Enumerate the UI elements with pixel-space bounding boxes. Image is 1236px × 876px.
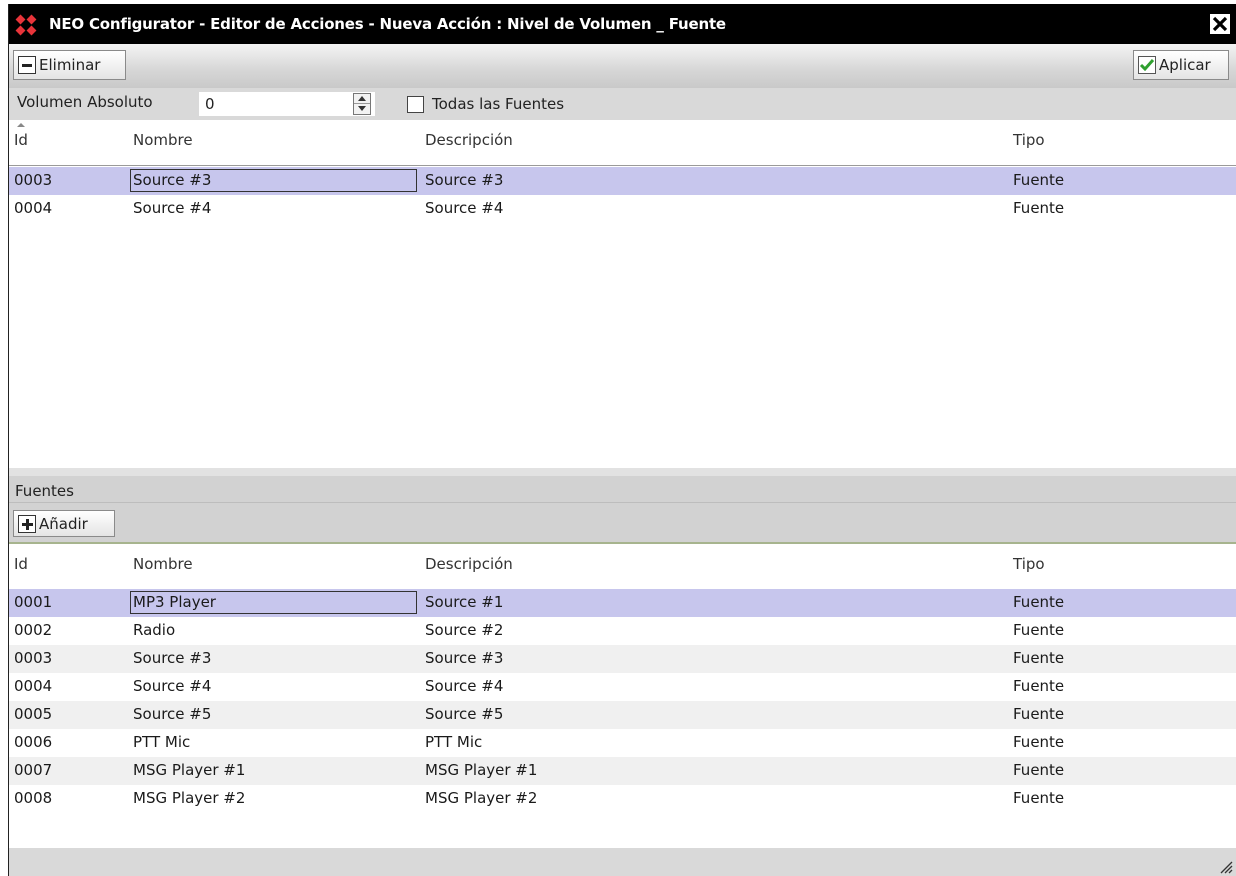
cell-description: Source #3	[425, 171, 504, 189]
cell-name: MSG Player #2	[133, 789, 246, 807]
table-row[interactable]: 0004 Source #4 Source #4 Fuente	[9, 673, 1236, 701]
volume-input[interactable]	[199, 92, 375, 116]
cell-type: Fuente	[1013, 677, 1065, 695]
table-row[interactable]: 0005 Source #5 Source #5 Fuente	[9, 701, 1236, 729]
add-button[interactable]: Añadir	[13, 510, 115, 537]
table-row[interactable]: 0002 Radio Source #2 Fuente	[9, 617, 1236, 645]
plus-icon	[18, 514, 36, 533]
column-header-type[interactable]: Tipo	[1013, 131, 1045, 149]
cell-name: Source #4	[133, 677, 212, 695]
cell-description: Source #3	[425, 649, 504, 667]
cell-type: Fuente	[1013, 733, 1065, 751]
cell-description: Source #2	[425, 621, 504, 639]
splitter[interactable]	[9, 468, 1236, 476]
sources-section-header: Fuentes Añadir	[9, 468, 1236, 544]
window-title: NEO Configurator - Editor de Acciones - …	[49, 15, 726, 33]
cell-id: 0005	[14, 705, 53, 723]
column-header-description[interactable]: Descripción	[425, 131, 513, 149]
all-sources-checkbox[interactable]	[407, 96, 424, 113]
status-bar	[9, 848, 1236, 876]
neo-logo-icon	[15, 14, 37, 36]
cell-name: Source #5	[133, 705, 212, 723]
add-button-label: Añadir	[39, 514, 88, 533]
cell-name: Source #4	[133, 199, 212, 217]
cell-id: 0002	[14, 621, 53, 639]
apply-button[interactable]: Aplicar	[1133, 50, 1229, 80]
minus-icon	[18, 56, 36, 74]
cell-description: MSG Player #2	[425, 789, 538, 807]
cell-name[interactable]: MP3 Player	[133, 593, 216, 611]
close-icon	[1212, 16, 1228, 32]
resize-grip-icon[interactable]	[1215, 856, 1233, 874]
close-button[interactable]	[1209, 13, 1231, 35]
cell-type: Fuente	[1013, 199, 1065, 217]
cell-id: 0008	[14, 789, 53, 807]
column-header-type[interactable]: Tipo	[1013, 555, 1045, 573]
cell-type: Fuente	[1013, 789, 1065, 807]
remove-button-label: Eliminar	[39, 56, 101, 74]
cell-type: Fuente	[1013, 621, 1065, 639]
apply-button-label: Aplicar	[1159, 56, 1211, 74]
available-sources-grid: Id Nombre Descripción Tipo 0001 MP3 Play…	[9, 544, 1236, 848]
cell-description: Source #5	[425, 705, 504, 723]
cell-type: Fuente	[1013, 761, 1065, 779]
volume-label: Volumen Absoluto	[17, 93, 153, 111]
cell-name: PTT Mic	[133, 733, 191, 751]
divider	[9, 502, 1236, 503]
cell-type: Fuente	[1013, 649, 1065, 667]
cell-type: Fuente	[1013, 705, 1065, 723]
toolbar: Eliminar Aplicar	[9, 44, 1236, 88]
cell-type: Fuente	[1013, 171, 1065, 189]
cell-description: Source #1	[425, 593, 504, 611]
cell-id: 0004	[14, 199, 53, 217]
cell-id: 0004	[14, 677, 53, 695]
spin-up-icon[interactable]	[354, 94, 370, 104]
checkmark-icon	[1138, 56, 1156, 74]
cell-name: MSG Player #1	[133, 761, 246, 779]
parameters-bar: Volumen Absoluto Todas las Fuentes	[9, 88, 1236, 120]
all-sources-label[interactable]: Todas las Fuentes	[432, 95, 564, 113]
column-header-id[interactable]: Id	[14, 555, 28, 573]
cell-name[interactable]: Source #3	[133, 171, 211, 189]
volume-spinner[interactable]	[353, 93, 371, 115]
cell-id: 0006	[14, 733, 53, 751]
table-row[interactable]: 0007 MSG Player #1 MSG Player #1 Fuente	[9, 757, 1236, 785]
cell-id: 0003	[14, 171, 53, 189]
cell-id: 0007	[14, 761, 53, 779]
cell-description: Source #4	[425, 199, 504, 217]
table-row[interactable]: 0004 Source #4 Source #4 Fuente	[9, 195, 1236, 223]
column-header-name[interactable]: Nombre	[133, 555, 193, 573]
column-header-id[interactable]: Id	[14, 131, 28, 149]
action-editor-window: NEO Configurator - Editor de Acciones - …	[8, 4, 1236, 876]
column-header-description[interactable]: Descripción	[425, 555, 513, 573]
cell-description: MSG Player #1	[425, 761, 538, 779]
table-row[interactable]: 0003 Source #3 Source #3 Fuente	[9, 645, 1236, 673]
grid-header: Id Nombre Descripción Tipo	[9, 544, 1236, 590]
cell-description: PTT Mic	[425, 733, 483, 751]
table-row[interactable]: 0008 MSG Player #2 MSG Player #2 Fuente	[9, 785, 1236, 813]
sources-section-title: Fuentes	[15, 482, 74, 500]
cell-description: Source #4	[425, 677, 504, 695]
cell-name: Radio	[133, 621, 176, 639]
table-row[interactable]: 0006 PTT Mic PTT Mic Fuente	[9, 729, 1236, 757]
cell-type: Fuente	[1013, 593, 1065, 611]
cell-id: 0001	[14, 593, 53, 611]
title-bar[interactable]: NEO Configurator - Editor de Acciones - …	[9, 4, 1236, 44]
cell-id: 0003	[14, 649, 53, 667]
remove-button[interactable]: Eliminar	[13, 50, 126, 80]
sort-ascending-icon	[17, 123, 25, 127]
column-header-name[interactable]: Nombre	[133, 131, 193, 149]
spin-down-icon[interactable]	[354, 104, 370, 114]
selected-sources-grid: Id Nombre Descripción Tipo 0003 Source #…	[9, 120, 1236, 468]
table-row[interactable]: 0003 Source #3 Source #3 Fuente	[9, 167, 1236, 195]
cell-name: Source #3	[133, 649, 212, 667]
table-row[interactable]: 0001 MP3 Player Source #1 Fuente	[9, 589, 1236, 617]
grid-header: Id Nombre Descripción Tipo	[9, 120, 1236, 166]
